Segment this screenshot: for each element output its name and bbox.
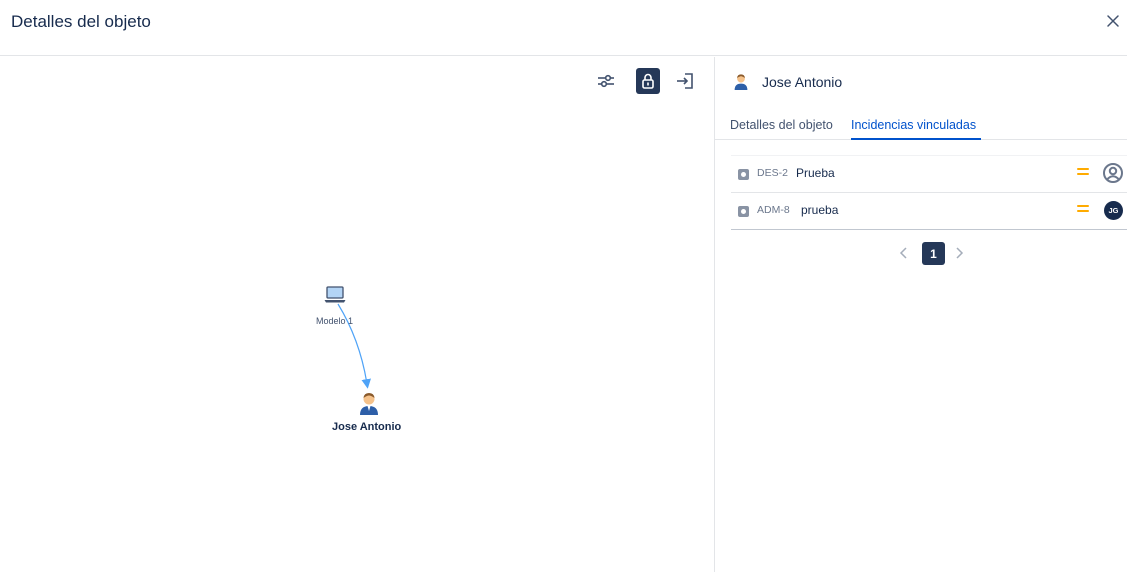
panel-tabs: Detalles del objeto Incidencias vinculad… — [715, 114, 1127, 140]
graph-node-label: Modelo 1 — [316, 316, 354, 326]
graph-node-label: Jose Antonio — [332, 421, 402, 433]
priority-medium-icon — [1077, 167, 1089, 177]
person-icon — [734, 74, 748, 90]
tab-object-details[interactable]: Detalles del objeto — [730, 118, 833, 132]
active-tab-indicator — [851, 138, 981, 140]
issue-row[interactable]: DES-2 Prueba — [731, 156, 1127, 193]
close-button[interactable] — [1103, 11, 1123, 31]
graph-node-jose-antonio[interactable] — [358, 391, 380, 420]
assignee-avatar[interactable]: JG — [1104, 201, 1123, 220]
issue-type-icon — [738, 206, 749, 217]
priority-medium-icon — [1077, 204, 1089, 214]
issue-row[interactable]: ADM-8 prueba JG — [731, 193, 1127, 230]
pagination-next-button[interactable] — [953, 246, 965, 260]
issue-summary[interactable]: prueba — [801, 203, 838, 217]
panel-title: Jose Antonio — [762, 74, 843, 90]
pagination-prev-button[interactable] — [898, 246, 910, 260]
chevron-left-icon — [899, 247, 907, 259]
issue-key[interactable]: DES-2 — [757, 167, 788, 179]
issue-type-icon — [738, 169, 749, 180]
default-avatar-icon[interactable] — [1103, 163, 1123, 183]
panel-object-icon — [733, 73, 749, 95]
issue-key[interactable]: ADM-8 — [757, 204, 790, 216]
close-icon — [1107, 15, 1119, 27]
graph-edges — [337, 303, 371, 389]
chevron-right-icon — [956, 247, 964, 259]
person-icon — [360, 393, 378, 415]
laptop-icon — [324, 286, 346, 303]
linked-issues-list: DES-2 Prueba ADM-8 prueba JG — [731, 156, 1127, 230]
pagination-page[interactable]: 1 — [922, 242, 945, 265]
issue-summary[interactable]: Prueba — [796, 166, 835, 180]
tab-linked-issues[interactable]: Incidencias vinculadas — [851, 118, 976, 132]
graph-node-modelo-1[interactable] — [324, 286, 346, 309]
